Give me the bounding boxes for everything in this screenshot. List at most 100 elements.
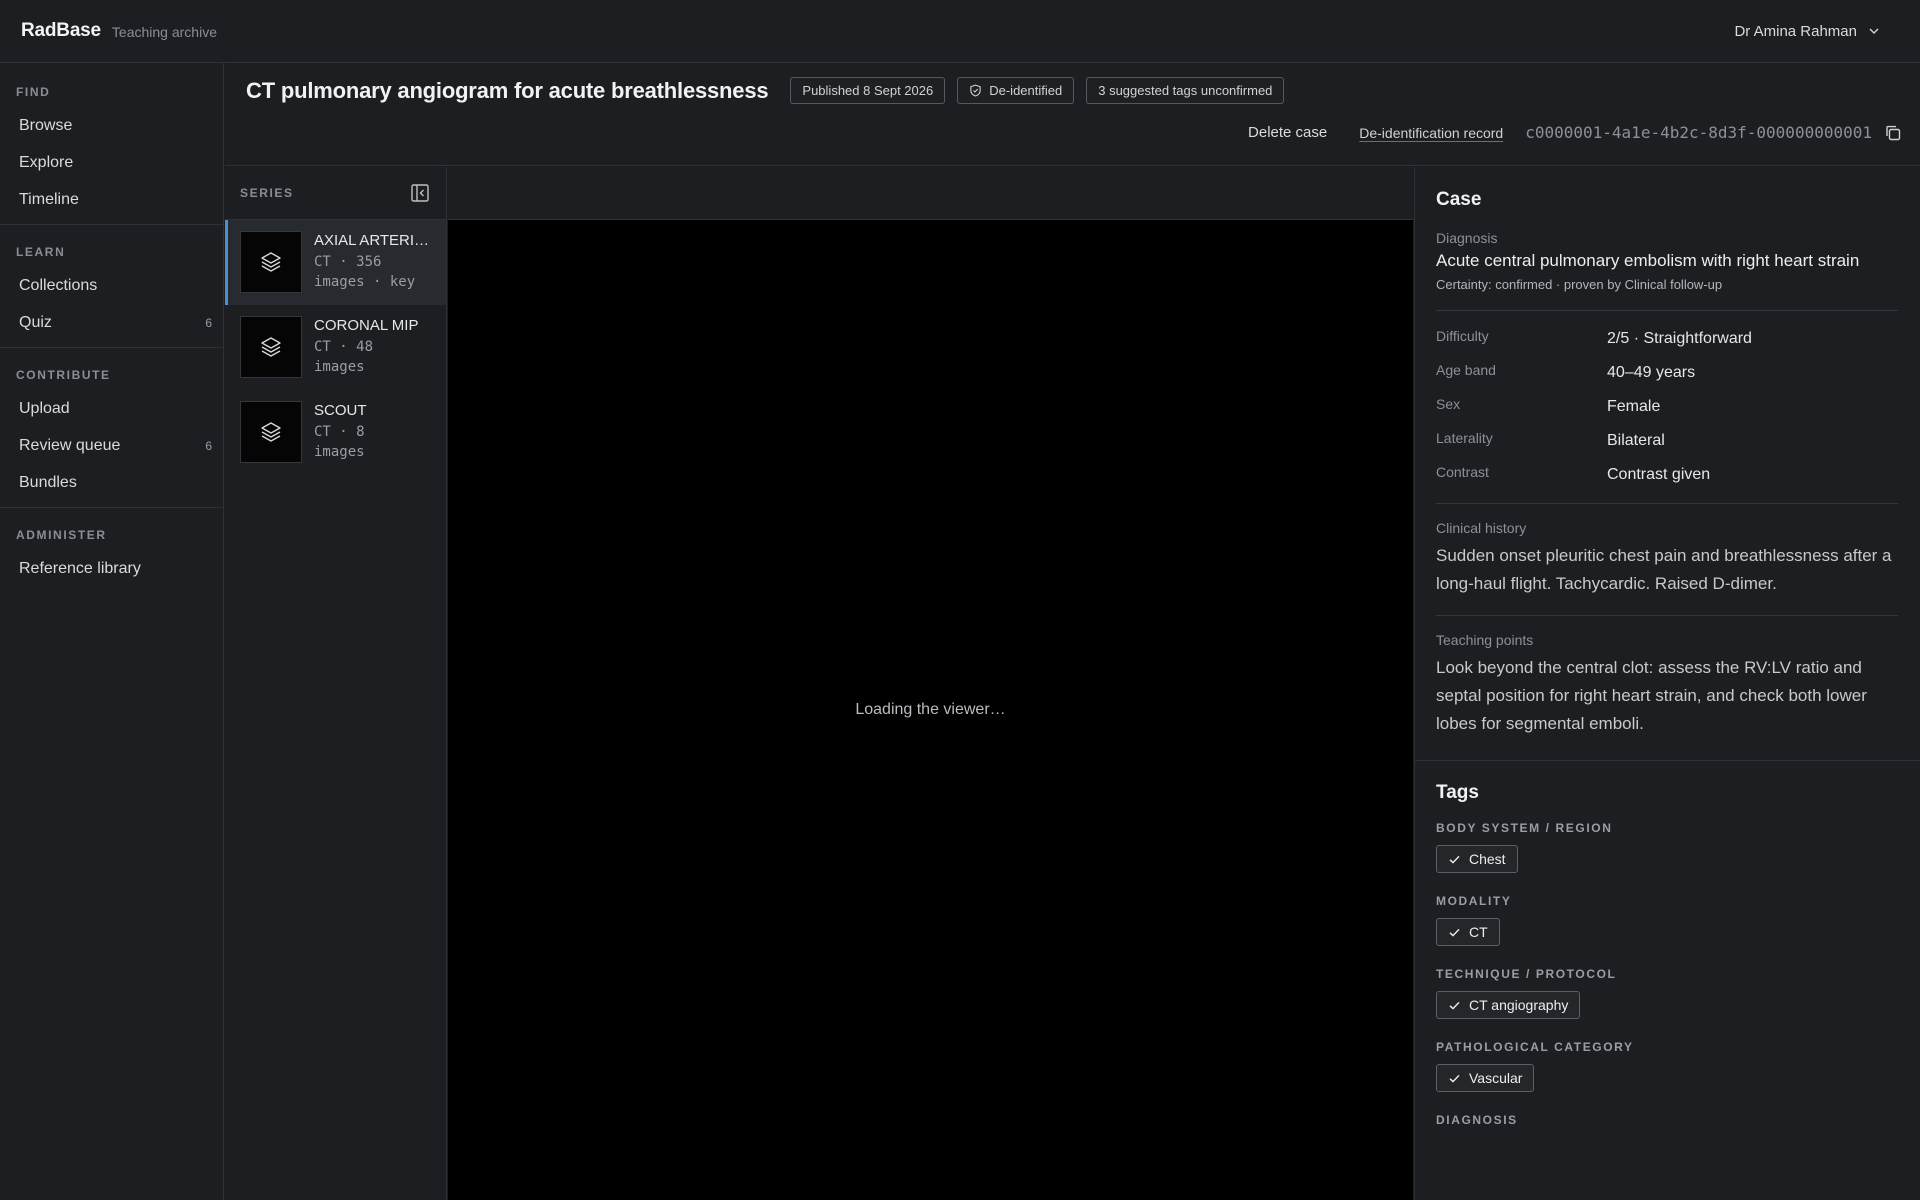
sidebar-item-label: Browse	[19, 116, 73, 134]
sidebar-item-quiz[interactable]: Quiz 6	[0, 304, 223, 341]
contrast-label: Contrast	[1436, 464, 1489, 480]
diagnosis-value: Acute central pulmonary embolism with ri…	[1436, 251, 1860, 270]
nav-heading: FIND	[16, 85, 51, 99]
nav-section-administer: ADMINISTER Reference library	[0, 508, 223, 593]
tag-chip-label: Vascular	[1469, 1070, 1523, 1086]
image-viewer[interactable]: Loading the viewer…	[448, 167, 1413, 1200]
sidebar-item-collections[interactable]: Collections	[0, 267, 223, 304]
sidebar-item-reference-library[interactable]: Reference library	[0, 550, 223, 587]
series-info: SCOUT CT · 8 images	[314, 401, 432, 464]
clinical-history-text: Sudden onset pleuritic chest pain and br…	[1436, 546, 1892, 593]
series-name: SCOUT	[314, 402, 367, 419]
sidebar-item-label: Explore	[19, 153, 74, 171]
series-item-scout[interactable]: SCOUT CT · 8 images	[225, 390, 446, 475]
viewer-toolbar	[448, 167, 1413, 220]
case-summary: Case Diagnosis Acute central pulmonary e…	[1415, 167, 1920, 292]
series-info: CORONAL MIP CT · 48 images	[314, 316, 432, 379]
teaching-points-text: Look beyond the central clot: assess the…	[1436, 658, 1867, 733]
tag-chip-label: CT	[1469, 924, 1488, 940]
tag-chip-chest[interactable]: Chest	[1436, 845, 1518, 873]
clinical-history-block: Clinical history Sudden onset pleuritic …	[1415, 504, 1920, 598]
suggested-tags-badge[interactable]: 3 suggested tags unconfirmed	[1086, 77, 1285, 104]
case-section-title: Case	[1436, 189, 1482, 210]
review-queue-count-badge: 6	[205, 438, 212, 453]
age-band-value: 40–49 years	[1607, 364, 1696, 381]
series-thumbnail	[240, 231, 302, 293]
viewer-loading-message: Loading the viewer…	[855, 701, 1006, 718]
sidebar-item-label: Quiz	[19, 313, 52, 331]
check-icon	[1449, 1001, 1460, 1010]
sidebar-item-label: Bundles	[19, 473, 77, 491]
teaching-points-label: Teaching points	[1436, 632, 1534, 648]
nav-section-learn: LEARN Collections Quiz 6	[0, 225, 223, 348]
tag-chip-vascular[interactable]: Vascular	[1436, 1064, 1535, 1092]
difficulty-value: 2/5 · Straightforward	[1607, 330, 1752, 347]
delete-case-button[interactable]: Delete case	[1248, 124, 1327, 141]
tag-group-modality: MODALITY CT	[1436, 894, 1898, 946]
tag-group-body-system: BODY SYSTEM / REGION Chest	[1436, 821, 1898, 873]
published-badge-label: Published 8 Sept 2026	[802, 83, 934, 98]
series-panel: SERIES AXIAL ARTERIAL CT · 356 images · …	[225, 167, 447, 1200]
tag-group-technique: TECHNIQUE / PROTOCOL CT angiography	[1436, 967, 1898, 1019]
series-meta: CT · 8 images	[314, 422, 432, 462]
nav-heading: LEARN	[16, 245, 66, 259]
tag-chip-ct[interactable]: CT	[1436, 918, 1500, 946]
diagnosis-label: Diagnosis	[1436, 230, 1498, 246]
sidebar-item-label: Reference library	[19, 559, 141, 577]
check-icon	[1449, 928, 1460, 937]
sidebar-item-upload[interactable]: Upload	[0, 390, 223, 427]
series-meta-line: CT · 48	[314, 339, 374, 355]
deidentification-record-link[interactable]: De-identification record	[1359, 125, 1503, 141]
sidebar-item-review-queue[interactable]: Review queue 6	[0, 427, 223, 464]
tag-group-diagnosis: DIAGNOSIS	[1436, 1113, 1898, 1127]
tag-group-heading: TECHNIQUE / PROTOCOL	[1436, 967, 1617, 981]
tag-group-heading: DIAGNOSIS	[1436, 1113, 1518, 1127]
series-panel-title: SERIES	[240, 186, 294, 200]
quiz-count-badge: 6	[205, 315, 212, 330]
layers-icon	[261, 252, 281, 272]
suggested-tags-badge-label: 3 suggested tags unconfirmed	[1098, 83, 1273, 98]
series-meta-line: images	[314, 444, 365, 460]
sex-label: Sex	[1436, 396, 1461, 412]
attribute-grid: Difficulty 2/5 · Straightforward Age ban…	[1436, 328, 1898, 484]
top-bar: RadBase Teaching archive Dr Amina Rahman	[0, 0, 1920, 63]
deidentified-badge-label: De-identified	[989, 83, 1063, 98]
check-icon	[1449, 1074, 1460, 1083]
tag-chip-label: Chest	[1469, 851, 1506, 867]
series-meta-line: CT · 356	[314, 254, 382, 270]
tag-chip-ct-angiography[interactable]: CT angiography	[1436, 991, 1581, 1019]
tag-group-heading: BODY SYSTEM / REGION	[1436, 821, 1613, 835]
series-info: AXIAL ARTERIAL CT · 356 images · key	[314, 231, 432, 294]
user-menu[interactable]: Dr Amina Rahman	[1734, 23, 1899, 40]
copy-icon[interactable]	[1884, 124, 1902, 142]
series-item-axial-arterial[interactable]: AXIAL ARTERIAL CT · 356 images · key	[225, 220, 446, 305]
sex-value: Female	[1607, 398, 1661, 415]
tags-section: Tags BODY SYSTEM / REGION Chest MODALITY…	[1415, 761, 1920, 1127]
case-details-panel: Case Diagnosis Acute central pulmonary e…	[1414, 167, 1920, 1200]
sidebar-item-browse[interactable]: Browse	[0, 107, 223, 144]
collapse-panel-icon[interactable]	[410, 183, 430, 203]
clinical-history-label: Clinical history	[1436, 520, 1527, 536]
brand-subtitle: Teaching archive	[111, 24, 217, 40]
series-name: CORONAL MIP	[314, 317, 419, 334]
nav-section-contribute: CONTRIBUTE Upload Review queue 6 Bundles	[0, 348, 223, 508]
sidebar-item-explore[interactable]: Explore	[0, 144, 223, 181]
tag-group-pathological-category: PATHOLOGICAL CATEGORY Vascular	[1436, 1040, 1898, 1092]
sidebar: FIND Browse Explore Timeline LEARN Colle…	[0, 63, 224, 1200]
age-band-label: Age band	[1436, 362, 1496, 378]
brand-logo[interactable]: RadBase	[21, 20, 101, 42]
series-panel-header: SERIES	[225, 167, 446, 220]
sidebar-item-bundles[interactable]: Bundles	[0, 464, 223, 501]
deidentified-badge: De-identified	[957, 77, 1075, 104]
series-meta: CT · 48 images	[314, 337, 432, 377]
contrast-value: Contrast given	[1607, 466, 1711, 483]
series-meta-line: images	[314, 359, 365, 375]
series-item-coronal-mip[interactable]: CORONAL MIP CT · 48 images	[225, 305, 446, 390]
user-name: Dr Amina Rahman	[1734, 22, 1857, 40]
series-meta-line: CT · 8	[314, 424, 365, 440]
series-thumbnail	[240, 401, 302, 463]
page-title: CT pulmonary angiogram for acute breathl…	[246, 77, 769, 103]
sidebar-item-timeline[interactable]: Timeline	[0, 181, 223, 218]
published-badge: Published 8 Sept 2026	[790, 77, 946, 104]
difficulty-label: Difficulty	[1436, 328, 1489, 344]
